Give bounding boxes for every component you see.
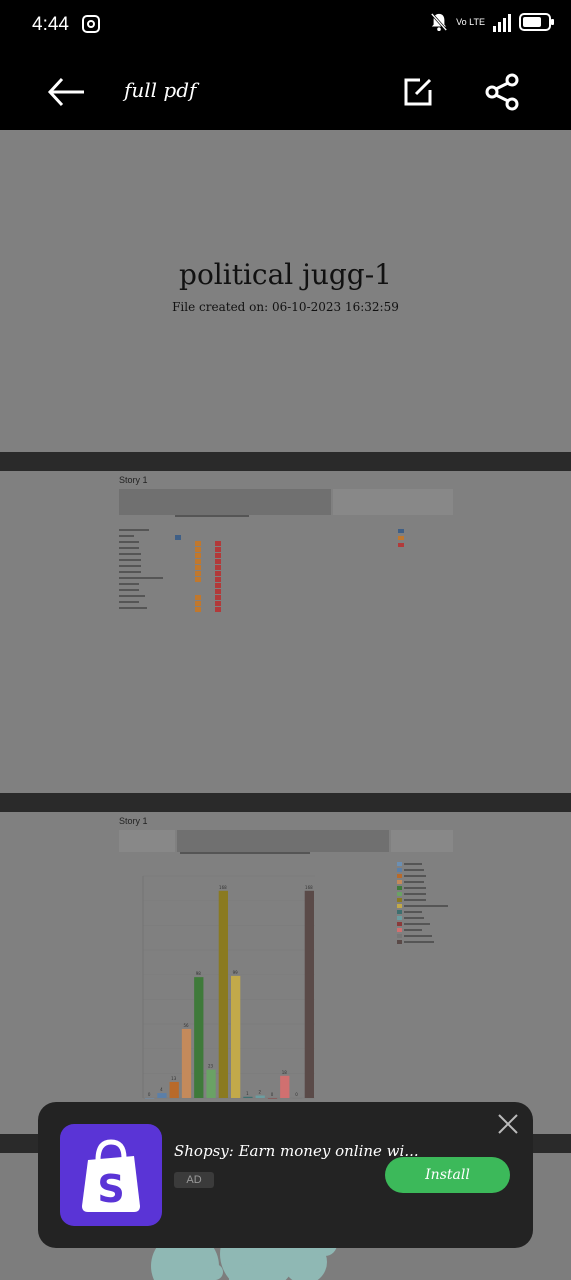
bar-value-label: 98 <box>196 971 202 976</box>
bar <box>145 1098 155 1099</box>
bar-value-label: 0 <box>148 1092 151 1097</box>
bar <box>169 1081 179 1098</box>
bar <box>280 1075 290 1098</box>
cover-created-date: File created on: 06-10-2023 16:32:59 <box>172 300 399 314</box>
bar-value-label: 23 <box>208 1064 214 1069</box>
volte-indicator: Vo LTE <box>456 16 485 27</box>
bar <box>255 1095 265 1098</box>
pdf-page-2: Story 1 <box>0 471 571 793</box>
bar <box>157 1093 167 1098</box>
edit-icon[interactable] <box>400 74 436 110</box>
bar-value-label: 13 <box>171 1076 177 1081</box>
ad-banner[interactable]: S Shopsy: Earn money online wi... AD Ins… <box>38 1102 533 1248</box>
story-label: Story 1 <box>119 816 148 826</box>
back-arrow-icon[interactable] <box>44 72 88 112</box>
caption-box <box>119 489 331 515</box>
bar-value-label: 2 <box>258 1090 261 1095</box>
bar-chart: 0 4 13 56 98 23 168 99 1 2 0 18 0 168 <box>142 875 315 1099</box>
bar-value-label: 1 <box>246 1091 249 1096</box>
bar <box>194 977 204 1098</box>
chart-legend <box>397 862 453 956</box>
battery-icon <box>519 13 554 31</box>
story-label: Story 1 <box>119 475 148 485</box>
mute-bell-icon <box>430 13 448 31</box>
close-icon[interactable] <box>496 1112 520 1136</box>
page-separator <box>0 452 571 471</box>
bar <box>206 1069 216 1098</box>
bar-value-label: 0 <box>295 1092 298 1097</box>
app-toolbar: full pdf <box>0 52 571 130</box>
bar-value-label: 99 <box>233 970 239 975</box>
mini-table-chart <box>119 529 404 612</box>
legend-swatches <box>397 862 448 944</box>
share-icon[interactable] <box>482 72 522 112</box>
shopsy-app-icon[interactable]: S <box>60 1124 162 1226</box>
ad-title: Shopsy: Earn money online wi... <box>174 1142 419 1160</box>
bar <box>267 1098 278 1099</box>
status-bar: 4:44 Vo LTE <box>0 0 571 52</box>
bar <box>292 1098 302 1099</box>
bar <box>231 975 241 1098</box>
svg-text:S: S <box>97 1167 124 1211</box>
cover-title: political jugg-1 <box>179 258 392 291</box>
caption-box <box>333 489 453 515</box>
bar <box>304 890 314 1098</box>
bar-value-label: 0 <box>271 1092 274 1097</box>
page-separator <box>0 793 571 812</box>
bar-value-label: 56 <box>183 1023 189 1028</box>
signal-icon <box>493 12 511 32</box>
bar-value-label: 168 <box>219 885 227 890</box>
scroll-indicator <box>175 515 249 517</box>
install-button[interactable]: Install <box>385 1157 510 1193</box>
status-icons: Vo LTE <box>430 12 554 32</box>
bar-value-label: 168 <box>305 885 313 890</box>
bar-value-label: 18 <box>282 1070 288 1075</box>
shopping-bag-icon: S <box>82 1139 140 1212</box>
bar <box>243 1096 253 1098</box>
instagram-icon <box>82 15 100 33</box>
ad-badge: AD <box>174 1172 214 1188</box>
bar <box>218 890 228 1098</box>
caption-box <box>391 830 453 852</box>
bar <box>181 1028 192 1098</box>
document-title: full pdf <box>124 78 197 102</box>
bar-value-label: 4 <box>160 1087 163 1092</box>
status-time: 4:44 <box>32 14 69 35</box>
pdf-page-cover: political jugg-1 File created on: 06-10-… <box>0 130 571 452</box>
